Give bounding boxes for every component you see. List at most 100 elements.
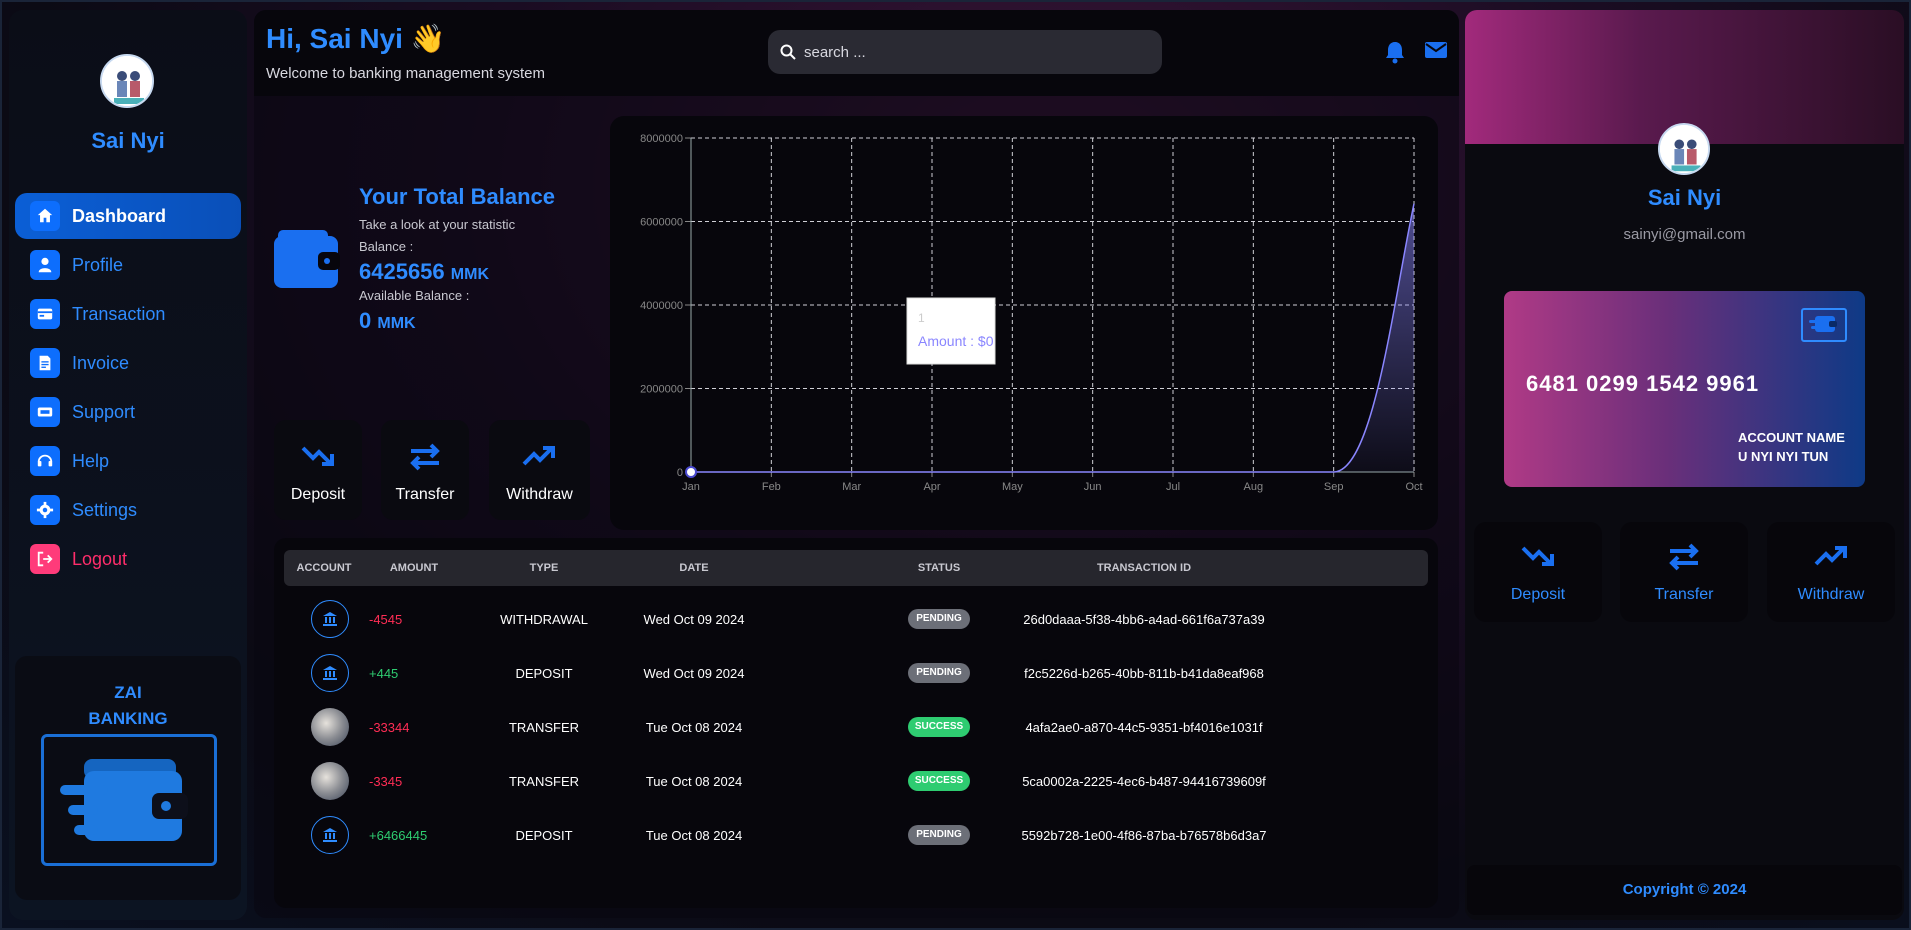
transfer-button[interactable]: Transfer: [381, 420, 469, 520]
amount-cell: -4545: [369, 612, 403, 627]
headset-icon: [30, 446, 60, 476]
sidebar-user-name: Sai Nyi: [91, 128, 165, 153]
balance-subtitle: Take a look at your statistic: [359, 217, 516, 232]
search-icon: [780, 44, 796, 60]
balance-value-row: 6425656 MMK: [359, 259, 489, 285]
trend-up-icon: [1814, 546, 1847, 566]
gear-icon: [30, 495, 60, 525]
mail-icon[interactable]: [1424, 40, 1448, 65]
bank-card[interactable]: 6481 0299 1542 9961 ACCOUNT NAME U NYI N…: [1504, 291, 1865, 487]
deposit-label: Deposit: [1510, 586, 1566, 603]
trend-up-icon: [522, 446, 555, 466]
card-chip-icon: [1801, 308, 1847, 342]
home-icon: [30, 201, 60, 231]
type-cell: WITHDRAWAL: [500, 612, 588, 627]
invoice-icon: [30, 348, 60, 378]
currency-unit: MMK: [450, 266, 489, 283]
x-tick-label: Apr: [923, 481, 940, 493]
sidebar-item-support[interactable]: Support: [15, 389, 241, 435]
transaction-id-cell: 26d0daaa-5f38-4bb6-a4ad-661f6a737a39: [1023, 612, 1265, 627]
card-number: 6481 0299 1542 9961: [1526, 371, 1760, 396]
tooltip-value: Amount : $0: [918, 333, 994, 349]
promo-line: ZAI: [114, 683, 142, 702]
deposit-label: Deposit: [290, 486, 346, 503]
table-row[interactable]: +6466445 DEPOSIT Tue Oct 08 2024 PENDING 559…: [284, 810, 1428, 860]
amount-cell: +445: [369, 666, 399, 681]
promo-card: ZAI BANKING: [15, 656, 241, 900]
support-icon: [30, 397, 60, 427]
sidebar-item-label: Help: [72, 450, 110, 471]
available-balance-value: 0: [359, 308, 372, 333]
status-badge: SUCCESS: [908, 771, 970, 791]
transfer-label: Transfer: [1654, 586, 1714, 603]
logout-icon: [30, 544, 60, 574]
transaction-id-cell: 5ca0002a-2225-4ec6-b487-94416739609f: [1022, 774, 1266, 789]
account-avatar: [311, 762, 349, 800]
wallet-illustration: [41, 734, 217, 866]
y-tick-label: 4000000: [640, 300, 683, 312]
avatar[interactable]: [100, 54, 154, 108]
x-tick-label: Jan: [682, 481, 700, 493]
copyright: Copyright © 2024: [1467, 865, 1902, 915]
sidebar-item-logout[interactable]: Logout: [15, 536, 241, 582]
promo-title: ZAI BANKING: [15, 680, 241, 732]
y-tick-label: 0: [677, 467, 683, 479]
x-tick-label: Jun: [1084, 481, 1102, 493]
withdraw-label: Withdraw: [506, 486, 573, 503]
table-header: ACCOUNT AMOUNT TYPE DATE STATUS TRANSACT…: [284, 550, 1428, 586]
col-status: STATUS: [917, 562, 961, 574]
table-row[interactable]: -4545 WITHDRAWAL Wed Oct 09 2024 PENDING 26d…: [284, 594, 1428, 644]
profile-panel: Sai Nyi sainyi@gmail.com 6481 0299 1542 …: [1465, 10, 1904, 920]
y-tick-label: 8000000: [640, 133, 683, 145]
withdraw-button[interactable]: Withdraw: [1767, 522, 1895, 622]
deposit-button[interactable]: Deposit: [1474, 522, 1602, 622]
balance-chart[interactable]: 0 2000000 4000000 6000000 8000000 Jan Feb Mar Ap…: [610, 116, 1438, 530]
sidebar-item-profile[interactable]: Profile: [15, 242, 241, 288]
deposit-button[interactable]: Deposit: [274, 420, 362, 520]
search-bar[interactable]: [768, 30, 1162, 74]
table-row[interactable]: -3345 TRANSFER Tue Oct 08 2024 SUCCESS 5ca00…: [284, 756, 1428, 806]
sidebar-nav: Dashboard Profile Transaction Invoice Su…: [15, 193, 241, 585]
tooltip-title: 1: [918, 311, 925, 325]
x-tick-label: Aug: [1244, 481, 1264, 493]
avatar[interactable]: [1658, 123, 1710, 175]
x-tick-label: Jul: [1166, 481, 1180, 493]
status-badge: PENDING: [908, 663, 970, 683]
table-row[interactable]: -33344 TRANSFER Tue Oct 08 2024 SUCCESS 4afa…: [284, 702, 1428, 752]
col-type: TYPE: [529, 562, 559, 574]
sidebar-item-label: Settings: [72, 499, 138, 520]
trend-down-icon: [1521, 546, 1554, 566]
main-panel: Hi, Sai Nyi 👋 Welcome to banking managem…: [254, 10, 1459, 918]
sidebar-item-settings[interactable]: Settings: [15, 487, 241, 533]
welcome-text: Welcome to banking management system: [266, 65, 546, 82]
sidebar-item-label: Support: [72, 401, 136, 422]
trend-down-icon: [301, 446, 334, 466]
sidebar-item-dashboard[interactable]: Dashboard: [15, 193, 241, 239]
sidebar: Sai Nyi Dashboard Profile Transaction In…: [9, 10, 247, 920]
x-tick-label: Sep: [1324, 481, 1344, 493]
series-line: [691, 203, 1415, 473]
date-cell: Wed Oct 09 2024: [643, 666, 745, 681]
col-account: ACCOUNT: [296, 562, 352, 574]
sidebar-item-help[interactable]: Help: [15, 438, 241, 484]
type-cell: TRANSFER: [508, 774, 580, 789]
sidebar-item-transaction[interactable]: Transaction: [15, 291, 241, 337]
user-icon: [30, 250, 60, 280]
transfer-button[interactable]: Transfer: [1620, 522, 1748, 622]
x-tick-label: Mar: [842, 481, 861, 493]
status-badge: SUCCESS: [908, 717, 970, 737]
sidebar-item-invoice[interactable]: Invoice: [15, 340, 241, 386]
col-transaction-id: TRANSACTION ID: [1096, 562, 1192, 574]
amount-cell: -3345: [369, 774, 403, 789]
amount-cell: +6466445: [369, 828, 428, 843]
y-tick-label: 2000000: [640, 384, 683, 396]
bank-icon: [311, 816, 349, 854]
account-name: U NYI NYI TUN: [1738, 449, 1829, 464]
withdraw-button[interactable]: Withdraw: [489, 420, 590, 520]
date-cell: Tue Oct 08 2024: [645, 720, 743, 735]
profile-name: Sai Nyi: [1647, 185, 1722, 210]
search-input[interactable]: [804, 43, 1144, 61]
table-row[interactable]: +445 DEPOSIT Wed Oct 09 2024 PENDING f2c5226…: [284, 648, 1428, 698]
greeting: Hi, Sai Nyi 👋: [266, 23, 446, 54]
bell-icon[interactable]: [1384, 40, 1406, 69]
